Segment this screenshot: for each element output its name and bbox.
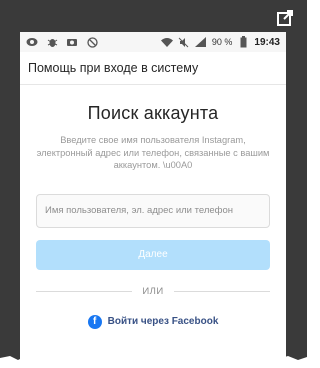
device-frame: 90 % 19:43 Помощь при входе в систему По… xyxy=(0,0,307,368)
torn-edge-decoration xyxy=(0,355,307,368)
phone-screen: 90 % 19:43 Помощь при входе в систему По… xyxy=(20,32,286,368)
or-label: ИЛИ xyxy=(142,285,164,297)
facebook-login-link[interactable]: f Войти через Facebook xyxy=(36,314,270,329)
divider-line-right xyxy=(173,290,271,292)
camera-icon xyxy=(66,36,78,48)
no-disturb-icon xyxy=(86,36,98,48)
page-title: Поиск аккаунта xyxy=(87,103,219,123)
eye-icon xyxy=(26,36,38,48)
facebook-icon: f xyxy=(87,314,102,329)
bug-icon xyxy=(46,36,58,48)
header-title: Помощь при входе в систему xyxy=(28,61,199,75)
clock: 19:43 xyxy=(254,36,280,48)
signal-icon xyxy=(195,36,207,48)
status-bar: 90 % 19:43 xyxy=(20,32,286,52)
or-divider: ИЛИ xyxy=(36,285,271,297)
open-external-icon[interactable] xyxy=(273,6,297,30)
battery-icon xyxy=(237,36,249,48)
page-header: Помощь при входе в систему xyxy=(20,52,286,85)
next-button[interactable]: Далее xyxy=(36,239,270,270)
description-text: Введите свое имя пользователя Instagram,… xyxy=(36,135,270,170)
username-email-phone-input[interactable]: Имя пользователя, эл. адрес или телефон xyxy=(36,193,270,228)
input-placeholder: Имя пользователя, эл. адрес или телефон xyxy=(45,205,234,216)
mute-icon xyxy=(178,36,190,48)
find-account-form: Поиск аккаунта Введите свое имя пользова… xyxy=(20,103,286,329)
battery-percent: 90 % xyxy=(211,37,233,47)
divider-line-left xyxy=(36,290,133,292)
wifi-icon xyxy=(160,36,173,48)
facebook-login-label: Войти через Facebook xyxy=(107,316,219,327)
